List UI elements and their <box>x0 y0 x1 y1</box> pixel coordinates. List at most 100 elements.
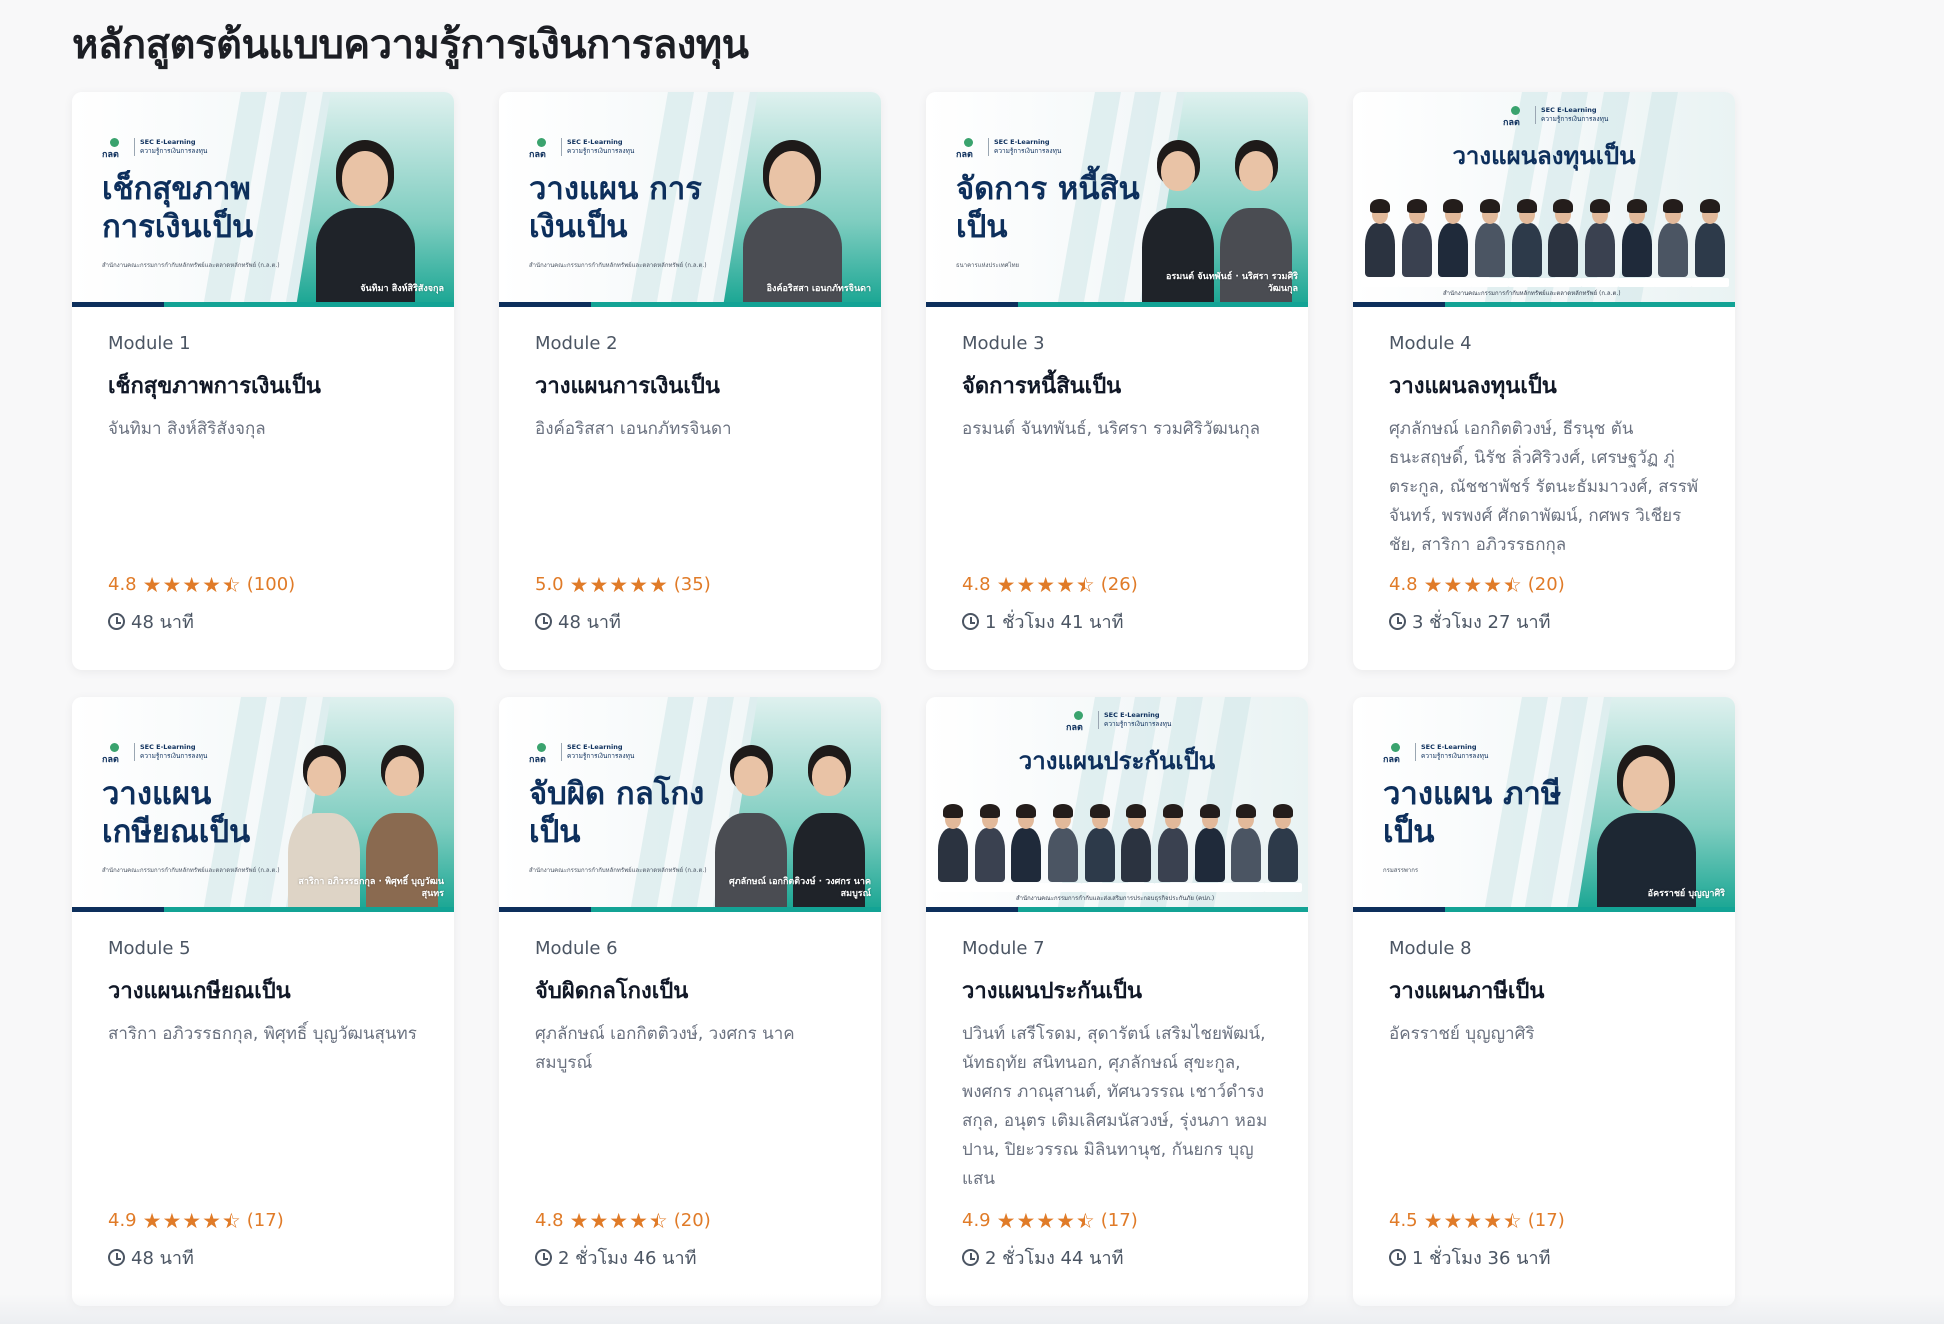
star-full-icon: ★ <box>1483 1208 1502 1233</box>
clock-icon <box>962 1249 979 1266</box>
rating-stars: ★★★★★ <box>143 572 241 597</box>
sec-logo: กลต SEC E-Learning ความรู้การเงินการลงทุน <box>956 138 1061 160</box>
course-meta: 4.8★★★★★(26)1 ชั่วโมง 41 นาที <box>962 574 1138 636</box>
banner-credit: สำนักงานคณะกรรมการกำกับหลักทรัพย์และตลาด… <box>102 867 280 874</box>
sec-logo-text: SEC E-Learning ความรู้การเงินการลงทุน <box>134 138 207 156</box>
module-label: Module 2 <box>535 333 618 354</box>
star-full-icon: ★ <box>1423 572 1443 597</box>
course-title[interactable]: วางแผนการเงินเป็น <box>535 368 845 403</box>
course-title[interactable]: เช็กสุขภาพการเงินเป็น <box>108 368 418 403</box>
star-full-icon: ★ <box>1036 572 1056 597</box>
instructor-avatar <box>934 802 972 892</box>
course-title[interactable]: วางแผนเกษียณเป็น <box>108 973 418 1008</box>
course-card[interactable]: กลต SEC E-Learning ความรู้การเงินการลงทุนว… <box>1353 697 1735 1306</box>
banner-credit: สำนักงานคณะกรรมการกำกับหลักทรัพย์และตลาด… <box>1443 290 1621 297</box>
star-full-icon: ★ <box>1483 572 1502 597</box>
course-card[interactable]: กลต SEC E-Learning ความรู้การเงินการลงทุนว… <box>1353 92 1735 670</box>
rating-value: 4.9 <box>108 1210 137 1231</box>
course-rating: 4.8★★★★★(26) <box>962 574 1138 595</box>
sec-logo-icon: กลต <box>1383 743 1409 765</box>
review-count: (17) <box>1100 1210 1138 1231</box>
duration-text: 1 ชั่วโมง 41 นาที <box>985 612 1124 633</box>
rating-stars: ★★★★★ <box>1423 572 1522 597</box>
course-duration: 48 นาที <box>535 607 711 636</box>
star-full-icon: ★ <box>202 1208 221 1233</box>
star-full-icon: ★ <box>1463 572 1483 597</box>
banner-title: วางแผน เกษียณเป็น <box>102 776 251 850</box>
course-title[interactable]: วางแผนประกันเป็น <box>962 973 1272 1008</box>
course-authors: สาริกา อภิวรรธกกุล, พิศุทธิ์ บุญวัฒนสุนท… <box>108 1024 417 1044</box>
course-title[interactable]: วางแผนภาษีเป็น <box>1389 973 1699 1008</box>
star-full-icon: ★ <box>162 572 182 597</box>
course-meta: 5.0 ★ ★ ★ ★ ★ (35) 48 นาที <box>535 574 711 636</box>
course-thumbnail[interactable]: กลต SEC E-Learning ความรู้การเงินการลงทุนเ… <box>72 92 454 307</box>
course-duration: 48 นาที <box>108 607 295 636</box>
course-duration: 1 ชั่วโมง 41 นาที <box>962 607 1138 636</box>
course-thumbnail[interactable]: กลต SEC E-Learning ความรู้การเงินการลงทุนจ… <box>499 697 881 912</box>
sec-logo-text: SEC E-Learning ความรู้การเงินการลงทุน <box>1098 711 1171 729</box>
star-full-icon: ★ <box>1463 1208 1483 1233</box>
star-full-icon: ★ <box>142 1208 162 1233</box>
course-thumbnail[interactable]: กลต SEC E-Learning ความรู้การเงินการลงทุนว… <box>72 697 454 912</box>
instructor-group-photo <box>934 792 1302 892</box>
duration-text: 2 ชั่วโมง 46 นาที <box>558 1248 697 1269</box>
course-card[interactable]: กลต SEC E-Learning ความรู้การเงินการลงทุนว… <box>72 697 454 1306</box>
page-title: หลักสูตรต้นแบบความรู้การเงินการลงทุน <box>72 22 749 68</box>
banner-credit: สำนักงานคณะกรรมการกำกับหลักทรัพย์และตลาด… <box>529 262 707 269</box>
instructor-avatar <box>1434 197 1473 287</box>
course-rating: 4.8★★★★★(20) <box>1389 574 1565 595</box>
instructor-name-tag: สาริกา อภิวรรธกกุล · พิศุทธิ์ บุญวัฒนสุน… <box>298 877 444 899</box>
banner-title: จับผิด กลโกงเป็น <box>529 776 705 850</box>
rating-stars: ★★★★★ <box>570 572 668 597</box>
course-card[interactable]: กลต SEC E-Learning ความรู้การเงินการลงทุนจ… <box>499 697 881 1306</box>
star-full-icon: ★ <box>1443 572 1463 597</box>
course-meta: 4.9★★★★★(17)2 ชั่วโมง 44 นาที <box>962 1210 1138 1272</box>
star-full-icon: ★ <box>569 1208 589 1233</box>
rating-value: 4.8 <box>1389 574 1418 595</box>
rating-stars: ★★★★★ <box>1424 1208 1522 1233</box>
instructor-name-tag: จันทิมา สิงห์สิริสังจกุล <box>360 284 444 294</box>
course-card[interactable]: กลต SEC E-Learning ความรู้การเงินการลงทุนจ… <box>926 92 1308 670</box>
course-card[interactable]: กลต SEC E-Learning ความรู้การเงินการลงทุนเ… <box>72 92 454 670</box>
rating-stars: ★★★★★ <box>569 1208 668 1233</box>
course-authors: จันทิมา สิงห์สิริสังจกุล <box>108 419 266 439</box>
instructor-name-tag: ศุภลักษณ์ เอกกิตติวงษ์ · วงศกร นาคสมบูรณ… <box>729 877 871 899</box>
instructor-avatar <box>1043 802 1082 892</box>
course-thumbnail[interactable]: กลต SEC E-Learning ความรู้การเงินการลงทุนว… <box>1353 92 1735 307</box>
banner-title: วางแผน การเงินเป็น <box>529 171 702 245</box>
course-thumbnail[interactable]: กลต SEC E-Learning ความรู้การเงินการลงทุนว… <box>926 697 1308 912</box>
rating-value: 5.0 <box>535 574 564 595</box>
course-card[interactable]: กลต SEC E-Learning ความรู้การเงินการลงทุนว… <box>926 697 1308 1306</box>
sec-logo: กลต SEC E-Learning ความรู้การเงินการลงทุน <box>1503 106 1608 128</box>
course-title[interactable]: จับผิดกลโกงเป็น <box>535 973 845 1008</box>
star-full-icon: ★ <box>629 572 648 597</box>
course-card[interactable]: กลต SEC E-Learning ความรู้การเงินการลงทุนว… <box>499 92 881 670</box>
bottom-fade <box>0 1294 1944 1324</box>
sec-logo: กลต SEC E-Learning ความรู้การเงินการลงทุน <box>1383 743 1488 765</box>
course-title[interactable]: จัดการหนี้สินเป็น <box>962 368 1272 403</box>
sec-logo-text: SEC E-Learning ความรู้การเงินการลงทุน <box>561 743 634 761</box>
banner-credit: ธนาคารแห่งประเทศไทย <box>956 262 1020 269</box>
instructor-group-photo <box>1361 187 1729 287</box>
star-half-icon: ★ <box>1076 575 1095 595</box>
instructor-avatar <box>1117 802 1156 892</box>
clock-icon <box>108 1249 125 1266</box>
course-authors: ศุภลักษณ์ เอกกิตติวงษ์, ธีรนุช ตันธนะสฤษ… <box>1389 419 1699 555</box>
instructor-name-tag: อิงค์อริสสา เอนกภัทรจินดา <box>766 284 871 294</box>
course-thumbnail[interactable]: กลต SEC E-Learning ความรู้การเงินการลงทุนจ… <box>926 92 1308 307</box>
course-authors: อรมนต์ จันทพันธ์, นริศรา รวมศิริวัฒนกุล <box>962 419 1261 439</box>
course-rating: 4.5★★★★★(17) <box>1389 1210 1565 1231</box>
course-duration: 1 ชั่วโมง 36 นาที <box>1389 1243 1565 1272</box>
course-authors: ศุภลักษณ์ เอกกิตติวงษ์, วงศกร นาคสมบูรณ์ <box>535 1024 795 1073</box>
banner-credit: สำนักงานคณะกรรมการกำกับและส่งเสริมการประ… <box>1016 895 1215 902</box>
course-thumbnail[interactable]: กลต SEC E-Learning ความรู้การเงินการลงทุนว… <box>1353 697 1735 912</box>
course-title[interactable]: วางแผนลงทุนเป็น <box>1389 368 1699 403</box>
sec-logo-text: SEC E-Learning ความรู้การเงินการลงทุน <box>134 743 207 761</box>
instructor-avatar <box>1617 197 1656 287</box>
star-full-icon: ★ <box>182 1208 202 1233</box>
instructor-name-tag: อัครราชย์ บุญญาศิริ <box>1647 889 1725 899</box>
duration-text: 48 นาที <box>558 612 621 633</box>
module-label: Module 3 <box>962 333 1045 354</box>
duration-text: 48 นาที <box>131 1248 194 1269</box>
course-thumbnail[interactable]: กลต SEC E-Learning ความรู้การเงินการลงทุนว… <box>499 92 881 307</box>
